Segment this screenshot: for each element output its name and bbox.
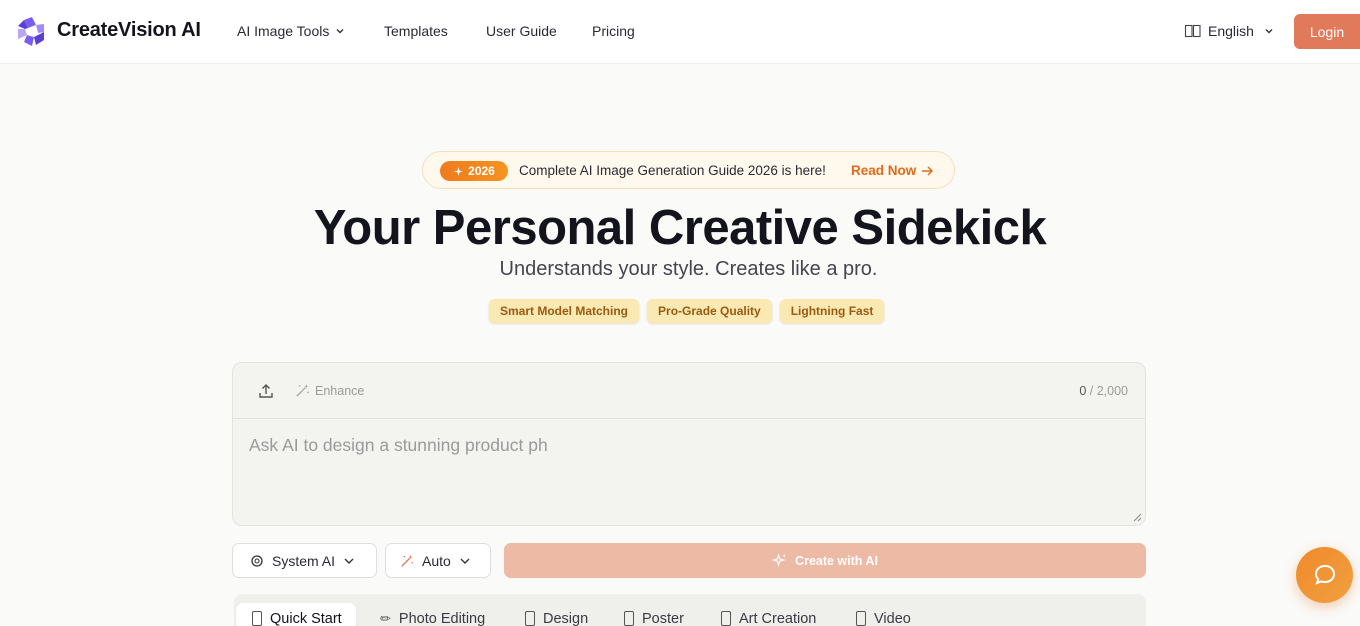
poster-icon xyxy=(624,611,634,626)
magic-wand-icon xyxy=(296,383,309,397)
upload-icon[interactable] xyxy=(258,383,274,399)
model-select-label: System AI xyxy=(272,552,336,569)
language-label: English xyxy=(1208,23,1254,39)
arrow-right-icon xyxy=(922,166,934,175)
tab-video[interactable]: Video xyxy=(856,603,911,626)
design-icon xyxy=(525,611,535,626)
login-button[interactable]: Login xyxy=(1294,14,1360,49)
tab-label: Art Creation xyxy=(739,610,817,626)
character-limit: / 2,000 xyxy=(1089,384,1128,398)
enhance-label: Enhance xyxy=(315,383,365,398)
enhance-button[interactable]: Enhance xyxy=(295,383,364,398)
sparkle-icon xyxy=(772,553,787,568)
character-count: 0 xyxy=(1079,384,1087,398)
feature-tag: Lightning Fast xyxy=(779,299,885,323)
tab-design[interactable]: Design xyxy=(525,603,588,626)
chat-support-button[interactable] xyxy=(1296,547,1353,603)
tab-label: Poster xyxy=(642,610,684,626)
tab-label: Photo Editing xyxy=(398,610,486,626)
prompt-input[interactable] xyxy=(249,435,1129,515)
sparkle-icon xyxy=(454,166,464,176)
nav-pricing-label: Pricing xyxy=(592,23,635,39)
model-select[interactable]: System AI xyxy=(232,543,377,578)
character-counter: 0 / 2,000 xyxy=(1079,384,1128,398)
palette-icon xyxy=(721,611,731,626)
mobile-icon xyxy=(252,611,262,626)
read-now-link[interactable]: Read Now xyxy=(851,163,934,178)
announcement-banner[interactable]: 2026 Complete AI Image Generation Guide … xyxy=(422,151,955,189)
prompt-toolbar: Enhance 0 / 2,000 xyxy=(233,363,1145,419)
globe-icon xyxy=(1184,24,1201,38)
tab-quick-start[interactable]: Quick Start xyxy=(236,603,356,626)
tab-photo-editing[interactable]: ✏ Photo Editing xyxy=(380,603,485,626)
video-icon xyxy=(856,611,866,626)
resize-handle-icon[interactable] xyxy=(1133,513,1142,522)
chevron-down-icon xyxy=(1265,29,1273,34)
feature-tags: Smart Model Matching Pro-Grade Quality L… xyxy=(489,299,885,323)
page-subtitle: Understands your style. Creates like a p… xyxy=(499,258,878,280)
year-badge-label: 2026 xyxy=(468,164,495,178)
chevron-down-icon xyxy=(344,558,354,564)
chevron-down-icon xyxy=(460,558,470,564)
tab-label: Design xyxy=(543,610,589,626)
brand-name[interactable]: CreateVision AI xyxy=(57,19,201,42)
create-with-ai-label: Create with AI xyxy=(795,553,878,568)
category-tabs: Quick Start ✏ Photo Editing Design Poste… xyxy=(234,594,1146,626)
nav-ai-image-tools[interactable]: AI Image Tools xyxy=(237,23,345,39)
magic-wand-icon xyxy=(401,554,414,567)
pencil-icon: ✏ xyxy=(380,610,391,626)
feature-tag: Pro-Grade Quality xyxy=(647,299,772,323)
tab-art-creation[interactable]: Art Creation xyxy=(721,603,816,626)
nav-ai-image-tools-label: AI Image Tools xyxy=(237,23,330,39)
read-now-label: Read Now xyxy=(851,163,917,178)
nav-user-guide[interactable]: User Guide xyxy=(486,23,557,39)
tab-label: Video xyxy=(874,610,911,626)
chat-bubble-icon xyxy=(1314,564,1335,585)
mode-select-label: Auto xyxy=(422,552,451,569)
tab-poster[interactable]: Poster xyxy=(624,603,684,626)
top-navigation-bar: CreateVision AI AI Image Tools Templates… xyxy=(0,0,1360,64)
language-selector[interactable]: English xyxy=(1184,22,1274,40)
nav-templates[interactable]: Templates xyxy=(384,23,448,39)
feature-tag: Smart Model Matching xyxy=(489,299,640,323)
openai-icon xyxy=(251,554,263,567)
create-with-ai-button[interactable]: Create with AI xyxy=(504,543,1146,578)
nav-pricing[interactable]: Pricing xyxy=(592,23,635,39)
announcement-message: Complete AI Image Generation Guide 2026 … xyxy=(519,163,826,178)
prompt-box: Enhance 0 / 2,000 xyxy=(232,362,1146,526)
nav-templates-label: Templates xyxy=(384,23,448,39)
createvision-logo-icon[interactable] xyxy=(15,15,49,49)
nav-user-guide-label: User Guide xyxy=(486,23,557,39)
year-badge: 2026 xyxy=(440,161,508,181)
page-title: Your Personal Creative Sidekick xyxy=(313,201,1047,255)
tab-label: Quick Start xyxy=(270,610,342,626)
chevron-down-icon xyxy=(336,29,344,34)
mode-select[interactable]: Auto xyxy=(385,543,491,578)
